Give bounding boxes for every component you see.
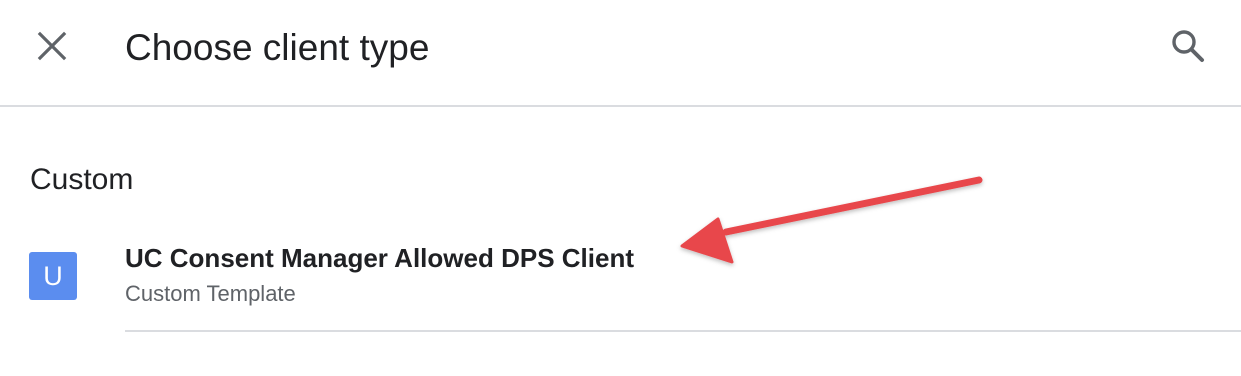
section-heading: Custom [30,163,134,196]
item-subtitle: Custom Template [125,281,296,306]
client-type-item[interactable]: U UC Consent Manager Allowed DPS Client … [0,232,1241,332]
search-icon [1172,30,1204,62]
close-button[interactable] [30,24,74,68]
choose-client-type-panel: Choose client type Custom U UC Consent M… [0,0,1241,376]
item-title: UC Consent Manager Allowed DPS Client [125,243,634,273]
panel-header: Choose client type [0,0,1241,107]
template-avatar: U [29,252,77,300]
item-divider [125,330,1241,332]
search-button[interactable] [1164,22,1212,70]
close-icon [37,31,67,61]
page-title: Choose client type [125,27,430,68]
